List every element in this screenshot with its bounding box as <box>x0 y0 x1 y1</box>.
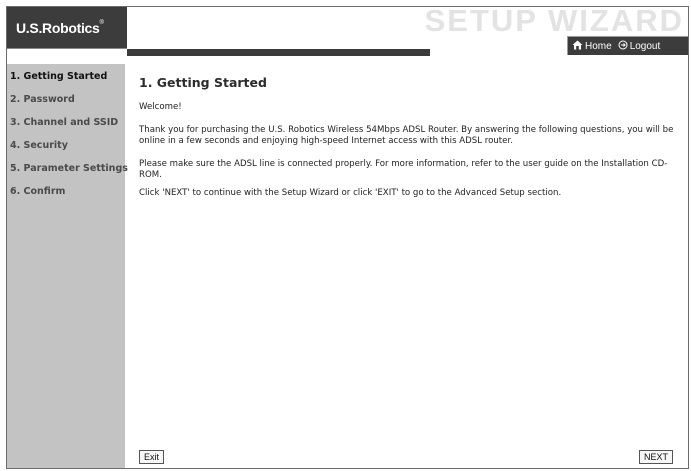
exit-button[interactable]: Exit <box>139 450 165 464</box>
intro-paragraph: Thank you for purchasing the U.S. Roboti… <box>139 125 674 146</box>
sidebar-item-security[interactable]: 4. Security <box>10 140 68 151</box>
top-nav: Home Logout <box>567 36 688 55</box>
logout-icon <box>618 40 628 53</box>
logout-link[interactable]: Logout <box>618 40 661 53</box>
page-title: 1. Getting Started <box>139 75 267 90</box>
setup-wizard-window: U.S.Robotics® SETUP WIZARD Home Logout 1… <box>6 3 689 469</box>
instructions-paragraph: Click 'NEXT' to continue with the Setup … <box>139 188 562 198</box>
sidebar-item-confirm[interactable]: 6. Confirm <box>10 186 65 197</box>
logout-label: Logout <box>629 40 661 52</box>
home-icon <box>572 40 583 53</box>
home-label: Home <box>585 40 612 52</box>
logo-trademark: ® <box>99 20 104 26</box>
welcome-text: Welcome! <box>139 102 182 112</box>
header-divider-bar <box>127 49 430 56</box>
adsl-check-paragraph: Please make sure the ADSL line is connec… <box>139 159 668 180</box>
sidebar-item-password[interactable]: 2. Password <box>10 94 75 105</box>
sidebar: 1. Getting Started 2. Password 3. Channe… <box>7 64 128 468</box>
sidebar-item-parameter-settings[interactable]: 5. Parameter Settings <box>10 163 128 174</box>
main-content: 1. Getting Started Welcome! Thank you fo… <box>137 64 682 468</box>
home-link[interactable]: Home <box>572 40 612 53</box>
usrobotics-logo: U.S.Robotics® <box>16 20 104 36</box>
logo-text: U.S.Robotics <box>16 20 100 36</box>
sidebar-item-channel-and-ssid[interactable]: 3. Channel and SSID <box>10 117 118 128</box>
sidebar-item-getting-started[interactable]: 1. Getting Started <box>10 71 107 82</box>
wizard-title: SETUP WIZARD <box>424 3 684 38</box>
logo-area: U.S.Robotics® <box>7 7 127 49</box>
next-button[interactable]: NEXT <box>639 450 674 464</box>
